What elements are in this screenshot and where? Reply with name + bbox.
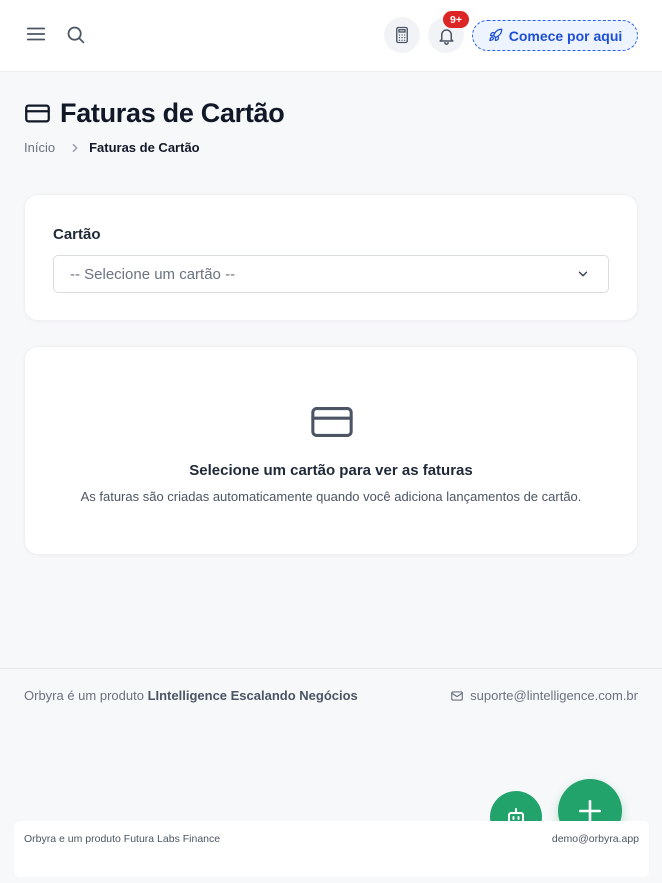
empty-state-description: As faturas são criadas automaticamente q… <box>80 489 582 504</box>
top-bar: 9+ Comece por aqui <box>0 0 662 72</box>
credit-card-icon <box>311 407 353 437</box>
footer-divider <box>0 668 662 669</box>
notification-badge: 9+ <box>443 11 469 28</box>
breadcrumb-home-link[interactable]: Início <box>24 140 55 155</box>
breadcrumb: Início Faturas de Cartão <box>24 140 200 155</box>
footer-credit: Orbyra é um produto LIntelligence Escala… <box>24 688 358 703</box>
card-field-label: Cartão <box>53 226 101 243</box>
calculator-button[interactable] <box>384 17 420 53</box>
chevron-right-icon <box>72 143 78 152</box>
card-select-value: -- Selecione um cartão -- <box>70 265 236 283</box>
footer-company-link[interactable]: LIntelligence Escalando Negócios <box>148 688 358 703</box>
bottom-footer-bar: Orbyra e um produto Futura Labs Finance … <box>14 821 649 877</box>
card-filter: Cartão -- Selecione um cartão -- <box>24 194 638 321</box>
start-here-button[interactable]: Comece por aqui <box>472 20 638 51</box>
empty-state-title: Selecione um cartão para ver as faturas <box>189 462 473 479</box>
footer-credit-prefix: Orbyra é um produto <box>24 688 148 703</box>
start-here-label: Comece por aqui <box>508 27 623 44</box>
bell-icon <box>438 28 454 45</box>
page-title: Faturas de Cartão <box>60 98 285 128</box>
empty-state-card: Selecione um cartão para ver as faturas … <box>24 346 638 555</box>
page-title-row: Faturas de Cartão <box>24 98 285 129</box>
chevron-down-icon <box>578 271 588 277</box>
footer-support[interactable]: suporte@lintelligence.com.br <box>450 688 638 703</box>
credit-card-icon <box>25 104 50 123</box>
breadcrumb-current: Faturas de Cartão <box>89 140 200 155</box>
card-select[interactable]: -- Selecione um cartão -- <box>53 255 609 293</box>
search-icon <box>67 26 84 43</box>
mail-icon <box>451 690 463 701</box>
rocket-icon <box>488 28 503 42</box>
menu-icon <box>26 27 46 41</box>
bottom-footer-email: demo@orbyra.app <box>551 833 639 845</box>
menu-button[interactable] <box>22 20 50 48</box>
search-button[interactable] <box>61 20 89 48</box>
bottom-footer-credit: Orbyra e um produto Futura Labs Finance <box>24 833 221 845</box>
calculator-icon <box>396 26 408 44</box>
support-email: suporte@lintelligence.com.br <box>470 688 638 703</box>
